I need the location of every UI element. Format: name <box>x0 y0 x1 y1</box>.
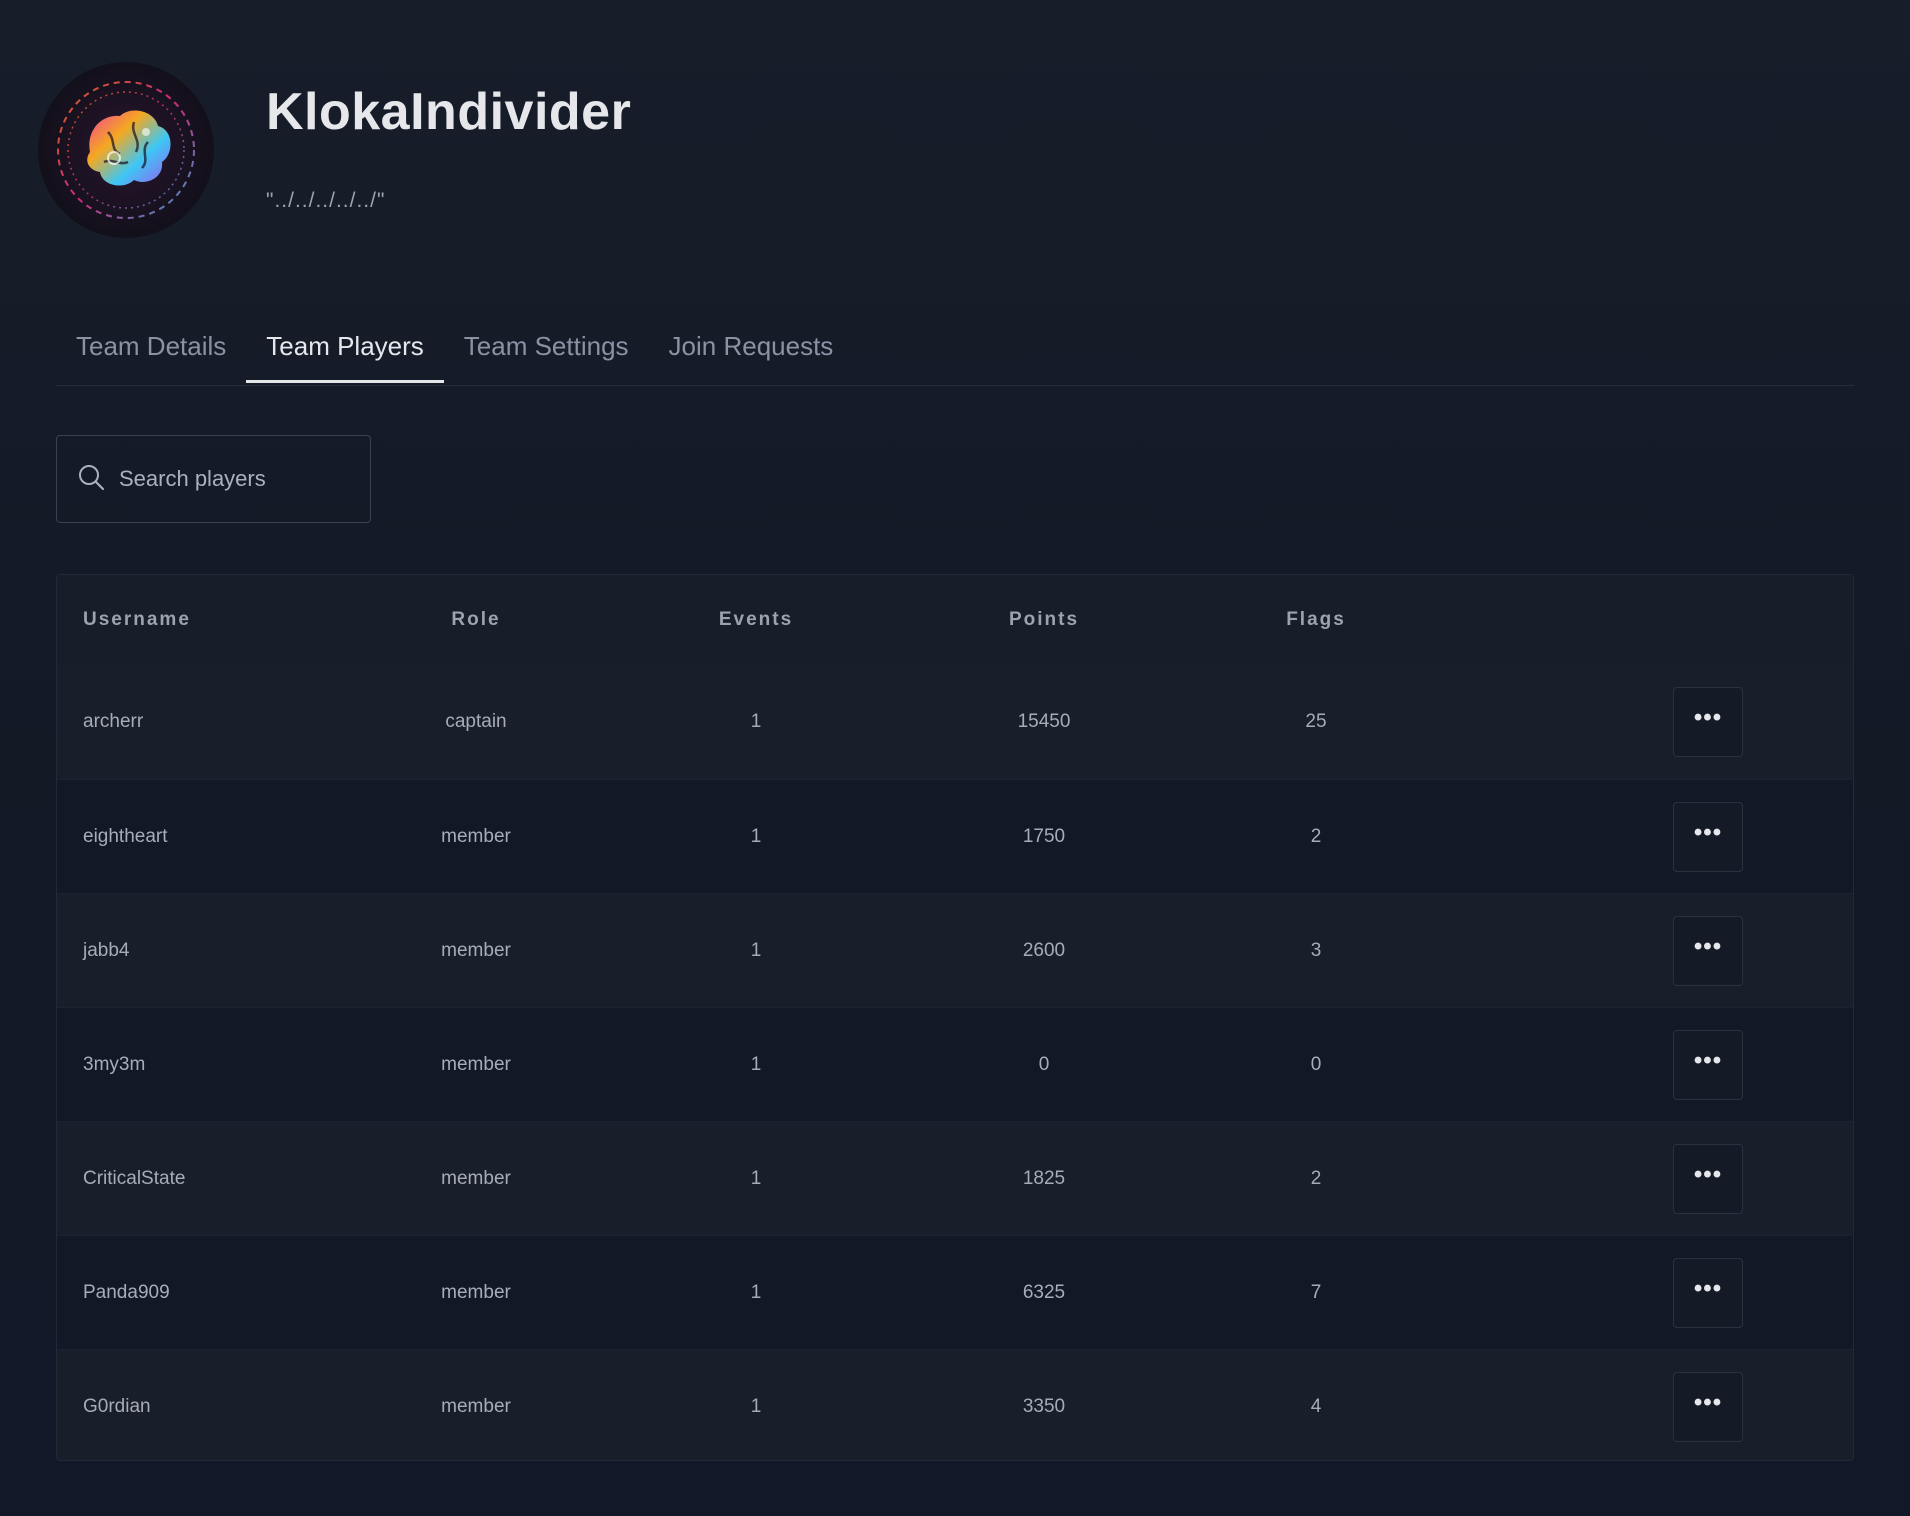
row-actions-button[interactable]: ••• <box>1673 915 1743 986</box>
team-motto: "../../../../../" <box>266 189 386 213</box>
column-header-points: Points <box>1008 609 1080 630</box>
row-actions-button[interactable]: ••• <box>1673 1029 1743 1100</box>
cell-flags: 4 <box>1310 1395 1322 1417</box>
table-header-row: Username Role Events Points Flags <box>57 575 1853 665</box>
cell-role: member <box>441 1053 511 1075</box>
cell-points: 3350 <box>1022 1395 1066 1417</box>
cell-flags: 25 <box>1305 711 1327 732</box>
search-icon <box>77 463 105 496</box>
column-header-events: Events <box>718 609 794 630</box>
tab-team-details[interactable]: Team Details <box>56 325 246 379</box>
table-row: eightheart member 1 1750 2 ••• <box>57 779 1853 893</box>
table-row: jabb4 member 1 2600 3 ••• <box>57 893 1853 1007</box>
cell-points: 0 <box>1038 1053 1050 1075</box>
table-row: Panda909 member 1 6325 7 ••• <box>57 1235 1853 1349</box>
players-table: Username Role Events Points Flags archer… <box>56 574 1854 1461</box>
cell-events: 1 <box>750 939 762 961</box>
cell-events: 1 <box>750 1395 762 1417</box>
table-row: G0rdian member 1 3350 4 ••• <box>57 1349 1853 1460</box>
row-actions-button[interactable]: ••• <box>1673 1257 1743 1328</box>
cell-flags: 0 <box>1310 1053 1322 1075</box>
cell-events: 1 <box>750 825 762 847</box>
row-actions-button[interactable]: ••• <box>1673 1371 1743 1442</box>
cell-points: 1750 <box>1022 825 1066 847</box>
table-row: archerr captain 1 15450 25 ••• <box>57 665 1853 779</box>
table-row: 3my3m member 1 0 0 ••• <box>57 1007 1853 1121</box>
cell-points: 1825 <box>1022 1167 1066 1189</box>
more-horizontal-icon: ••• <box>1693 1388 1723 1416</box>
cell-flags: 2 <box>1310 825 1322 847</box>
cell-events: 1 <box>750 711 762 732</box>
table-row: CriticalState member 1 1825 2 ••• <box>57 1121 1853 1235</box>
column-header-role: Role <box>451 609 501 630</box>
cell-role: member <box>441 1167 511 1189</box>
search-input[interactable] <box>117 465 351 493</box>
cell-events: 1 <box>750 1053 762 1075</box>
cell-flags: 7 <box>1310 1281 1322 1303</box>
more-horizontal-icon: ••• <box>1693 932 1723 960</box>
cell-role: captain <box>445 711 507 732</box>
row-actions-button[interactable]: ••• <box>1673 687 1743 757</box>
more-horizontal-icon: ••• <box>1693 1274 1723 1302</box>
column-header-flags: Flags <box>1286 609 1346 630</box>
team-avatar <box>38 62 214 238</box>
cell-role: member <box>441 939 511 961</box>
cell-role: member <box>441 1395 511 1417</box>
tab-join-requests[interactable]: Join Requests <box>649 325 854 379</box>
row-actions-button[interactable]: ••• <box>1673 1143 1743 1214</box>
cell-events: 1 <box>750 1167 762 1189</box>
more-horizontal-icon: ••• <box>1693 1046 1723 1074</box>
cell-points: 6325 <box>1022 1281 1066 1303</box>
row-actions-button[interactable]: ••• <box>1673 801 1743 872</box>
search-box[interactable] <box>56 435 371 523</box>
cell-flags: 3 <box>1310 939 1322 961</box>
tab-team-players[interactable]: Team Players <box>246 325 444 383</box>
tab-bar: Team Details Team Players Team Settings … <box>56 325 1854 386</box>
tab-team-settings[interactable]: Team Settings <box>444 325 649 379</box>
cell-role: member <box>441 825 511 847</box>
cell-flags: 2 <box>1310 1167 1322 1189</box>
cell-role: member <box>441 1281 511 1303</box>
more-horizontal-icon: ••• <box>1693 704 1723 731</box>
team-name: KlokaIndivider <box>266 83 632 141</box>
more-horizontal-icon: ••• <box>1693 1160 1723 1188</box>
team-header: KlokaIndivider "../../../../../" <box>38 62 631 238</box>
cell-points: 2600 <box>1022 939 1066 961</box>
cell-points: 15450 <box>1017 711 1071 732</box>
cell-events: 1 <box>750 1281 762 1303</box>
more-horizontal-icon: ••• <box>1693 818 1723 846</box>
